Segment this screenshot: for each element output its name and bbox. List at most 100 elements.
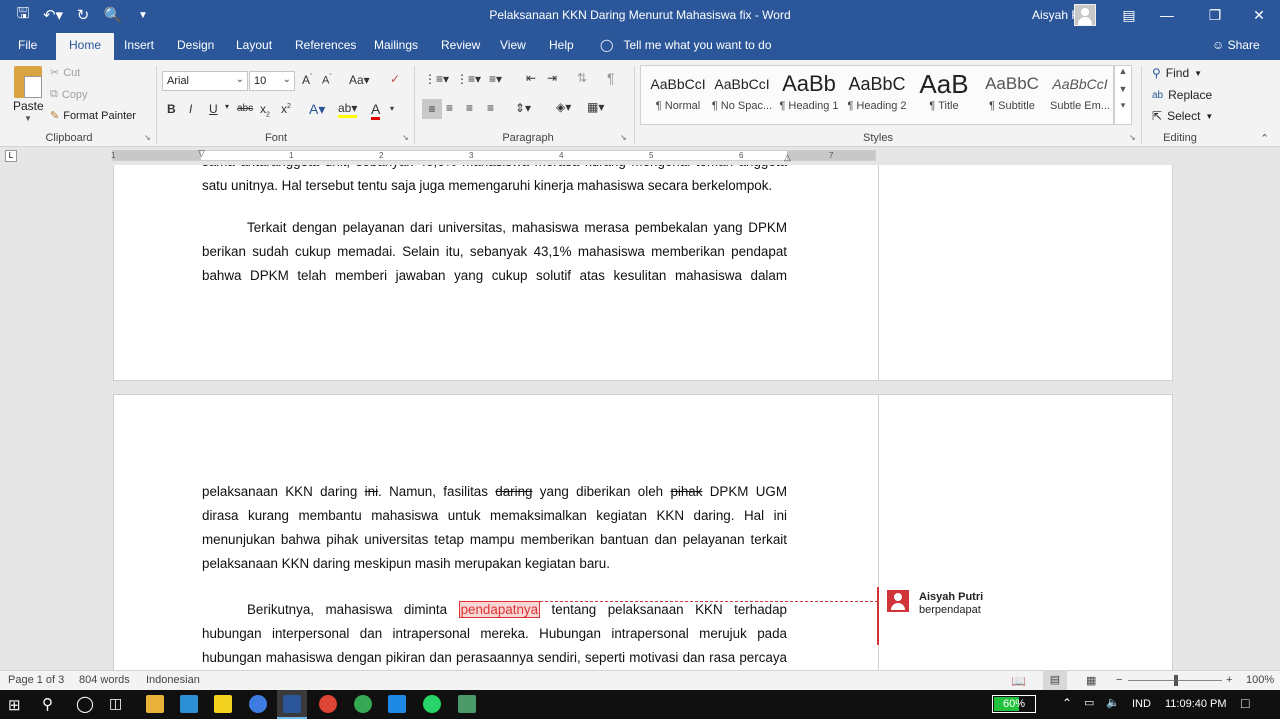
deleted-text[interactable]: daring bbox=[495, 484, 532, 499]
style-normal[interactable]: AaBbCcI ¶ Normal bbox=[644, 68, 712, 124]
zoom-slider-thumb[interactable] bbox=[1174, 675, 1178, 686]
sticky-notes-icon[interactable] bbox=[214, 695, 232, 713]
grow-font-icon[interactable]: Aˆ bbox=[302, 73, 312, 87]
edge-icon[interactable] bbox=[388, 695, 406, 713]
align-left-icon[interactable]: ≡ bbox=[422, 99, 442, 119]
clipboard-launcher-icon[interactable]: ↘ bbox=[144, 133, 151, 142]
photos-icon[interactable] bbox=[458, 695, 476, 713]
chevron-down-icon[interactable]: ▼ bbox=[1115, 84, 1131, 94]
style-heading-1[interactable]: AaBb ¶ Heading 1 bbox=[775, 68, 843, 124]
word-count[interactable]: 804 words bbox=[79, 674, 130, 686]
paste-icon[interactable] bbox=[14, 66, 42, 98]
align-right-icon[interactable]: ≡ bbox=[466, 101, 473, 115]
tab-home[interactable]: Home bbox=[56, 33, 115, 60]
find-button[interactable]: ⚲ Find ▼ bbox=[1152, 66, 1202, 80]
tab-help[interactable]: Help bbox=[549, 38, 574, 52]
line-spacing-icon[interactable]: ⇕▾ bbox=[515, 101, 531, 115]
tab-references[interactable]: References bbox=[295, 38, 356, 52]
app-l-icon[interactable] bbox=[180, 695, 198, 713]
style-subtitle[interactable]: AaBbC ¶ Subtitle bbox=[978, 68, 1046, 124]
shrink-font-icon[interactable]: Aˇ bbox=[322, 74, 332, 87]
font-color-dropdown-icon[interactable]: ▾ bbox=[390, 104, 394, 113]
borders-icon[interactable]: ▦▾ bbox=[587, 100, 604, 114]
cortana-icon[interactable]: ◯ bbox=[76, 694, 94, 714]
more-styles-icon[interactable]: ▾ bbox=[1115, 100, 1131, 111]
tab-layout[interactable]: Layout bbox=[236, 38, 272, 52]
paste-button[interactable]: Paste bbox=[13, 99, 44, 113]
text-effects-icon[interactable]: A▾ bbox=[309, 101, 325, 118]
style-subtle-emphasis[interactable]: AaBbCcI Subtle Em... bbox=[1046, 68, 1114, 124]
paragraph-berikutnya[interactable]: Berikutnya, mahasiswa diminta pendapatny… bbox=[202, 598, 787, 670]
increase-indent-icon[interactable]: ⇥ bbox=[547, 71, 557, 85]
document-canvas[interactable]: sama antaranggota unit, sebanyak 46,6% m… bbox=[0, 165, 1280, 670]
tab-review[interactable]: Review bbox=[441, 38, 480, 52]
clear-formatting-icon[interactable]: ✓ bbox=[390, 72, 400, 86]
print-layout-icon[interactable]: ▤ bbox=[1043, 671, 1067, 690]
copy-button[interactable]: ⧉ Copy bbox=[50, 88, 88, 101]
commented-text[interactable]: pendapatnya bbox=[458, 601, 541, 618]
whatsapp-icon[interactable] bbox=[423, 695, 441, 713]
tab-view[interactable]: View bbox=[500, 38, 526, 52]
app-circle-icon[interactable] bbox=[249, 695, 267, 713]
italic-icon[interactable]: I bbox=[189, 102, 192, 116]
bullets-icon[interactable]: ⋮≡▾ bbox=[424, 72, 449, 86]
horizontal-ruler[interactable]: 1 1 2 3 4 5 6 7 ▽ △ bbox=[111, 148, 876, 163]
highlight-color-icon[interactable]: ab▾ bbox=[338, 101, 358, 118]
notifications-icon[interactable]: □ bbox=[1241, 695, 1249, 711]
collapse-ribbon-icon[interactable]: ⌃ bbox=[1260, 132, 1269, 145]
align-center-icon[interactable]: ≡ bbox=[446, 101, 453, 115]
deleted-text[interactable]: pihak bbox=[670, 484, 702, 499]
tab-insert[interactable]: Insert bbox=[124, 38, 154, 52]
cut-button[interactable]: ✂ Cut bbox=[50, 66, 80, 80]
subscript-icon[interactable]: x2 bbox=[260, 102, 270, 118]
replace-button[interactable]: ab Replace bbox=[1152, 88, 1212, 102]
numbering-icon[interactable]: ⋮≡▾ bbox=[456, 72, 481, 86]
select-button[interactable]: ⇱ Select ▼ bbox=[1152, 109, 1213, 123]
tab-mailings[interactable]: Mailings bbox=[374, 38, 418, 52]
chevron-up-icon[interactable]: ⌃ bbox=[1062, 696, 1072, 710]
share-button[interactable]: ☺ Share bbox=[1212, 38, 1260, 52]
styles-launcher-icon[interactable]: ↘ bbox=[1129, 133, 1136, 142]
comment-balloon[interactable]: Aisyah Putri berpendapat bbox=[877, 587, 1039, 645]
zoom-out-icon[interactable]: − bbox=[1116, 674, 1122, 686]
minimize-button[interactable]: — bbox=[1144, 0, 1190, 30]
font-launcher-icon[interactable]: ↘ bbox=[402, 133, 409, 142]
underline-dropdown-icon[interactable]: ▾ bbox=[225, 102, 229, 111]
font-color-icon[interactable]: A bbox=[371, 101, 381, 120]
right-indent-marker-icon[interactable]: △ bbox=[784, 152, 791, 163]
read-mode-icon[interactable]: 📖 bbox=[1011, 674, 1026, 688]
strikethrough-icon[interactable]: abc bbox=[237, 103, 253, 114]
style-title[interactable]: AaB ¶ Title bbox=[910, 68, 978, 124]
style-heading-2[interactable]: AaBbC ¶ Heading 2 bbox=[843, 68, 911, 124]
battery-indicator[interactable]: 60% bbox=[992, 695, 1036, 713]
sort-icon[interactable]: ⇅ bbox=[577, 71, 587, 85]
change-case-icon[interactable]: Aa▾ bbox=[349, 73, 370, 87]
chrome-icon[interactable] bbox=[319, 695, 337, 713]
chevron-up-icon[interactable]: ▲ bbox=[1115, 66, 1131, 76]
deleted-text[interactable]: ini bbox=[365, 484, 378, 499]
web-layout-icon[interactable]: ▦ bbox=[1086, 674, 1096, 687]
language-indicator[interactable]: Indonesian bbox=[146, 674, 200, 686]
paragraph-fasilitas[interactable]: pelaksanaan KKN daring ini. Namun, fasil… bbox=[202, 480, 787, 576]
format-painter-button[interactable]: ✎ Format Painter bbox=[50, 109, 136, 123]
pilcrow-icon[interactable]: ¶ bbox=[607, 70, 615, 86]
input-language[interactable]: IND bbox=[1132, 698, 1151, 710]
style-no-spacing[interactable]: AaBbCcI ¶ No Spac... bbox=[708, 68, 776, 124]
chrome-profile-icon[interactable] bbox=[354, 695, 372, 713]
shading-icon[interactable]: ◈▾ bbox=[556, 100, 571, 114]
bold-icon[interactable]: B bbox=[167, 102, 176, 116]
page-count[interactable]: Page 1 of 3 bbox=[8, 674, 64, 686]
paragraph-cut[interactable]: sama antaranggota unit, sebanyak 46,6% m… bbox=[202, 165, 787, 198]
zoom-level[interactable]: 100% bbox=[1246, 674, 1274, 686]
volume-icon[interactable]: 🔈 bbox=[1106, 696, 1120, 709]
restore-button[interactable]: ❐ bbox=[1192, 0, 1238, 30]
multilevel-list-icon[interactable]: ≡▾ bbox=[489, 72, 502, 86]
font-family-select[interactable]: Arial ⌄ bbox=[162, 71, 248, 91]
underline-icon[interactable]: U bbox=[209, 102, 218, 116]
zoom-in-icon[interactable]: + bbox=[1226, 674, 1232, 686]
clock[interactable]: 11:09:40 PM bbox=[1165, 698, 1227, 710]
tab-file[interactable]: File bbox=[18, 38, 37, 52]
task-view-icon[interactable]: ◫ bbox=[109, 695, 122, 712]
windows-start-icon[interactable]: ⊞ bbox=[8, 696, 21, 714]
superscript-icon[interactable]: x2 bbox=[281, 102, 291, 116]
